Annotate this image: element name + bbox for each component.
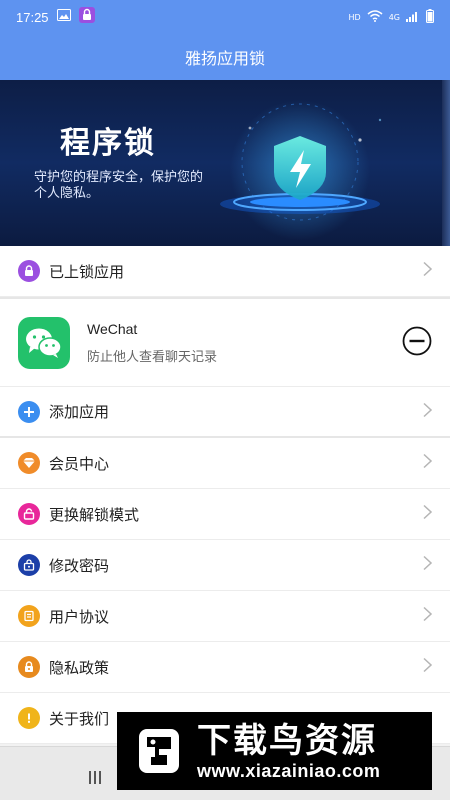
status-bar: 17:25 HD 4G bbox=[0, 0, 450, 34]
menu-item-privacy-policy[interactable]: 隐私政策 bbox=[0, 642, 450, 693]
menu-item-label: 更换解锁模式 bbox=[49, 505, 140, 524]
locked-app-item[interactable]: WeChat 防止他人查看聊天记录 bbox=[0, 297, 450, 387]
menu-item-unlock-mode[interactable]: 更换解锁模式 bbox=[0, 489, 450, 540]
shield-icon bbox=[220, 100, 382, 240]
signal-icon bbox=[406, 10, 420, 24]
menu-item-user-agreement[interactable]: 用户协议 bbox=[0, 591, 450, 642]
banner-subtitle: 守护您的程序安全，保护您的个人隐私。 bbox=[34, 170, 204, 201]
watermark: 下载鸟资源 www.xiazainiao.com bbox=[117, 712, 432, 790]
chevron-right-icon bbox=[423, 657, 433, 677]
battery-icon bbox=[426, 9, 434, 25]
banner-title: 程序锁 bbox=[60, 126, 156, 161]
bird-logo-icon bbox=[129, 721, 189, 781]
chevron-right-icon bbox=[423, 555, 433, 575]
menu-item-label: 会员中心 bbox=[49, 454, 110, 473]
menu-item-label: 关于我们 bbox=[49, 709, 110, 728]
banner-next-slide-edge bbox=[442, 80, 450, 246]
watermark-url: www.xiazainiao.com bbox=[197, 760, 381, 781]
settings-list: 已上锁应用 WeChat 防止他人查看聊天记录 添加应用 会员中心 更换解锁模式… bbox=[0, 246, 450, 744]
app-lock-notification-icon bbox=[78, 7, 95, 27]
locked-apps-row[interactable]: 已上锁应用 bbox=[0, 246, 450, 297]
menu-item-vip-center[interactable]: 会员中心 bbox=[0, 438, 450, 489]
app-name: WeChat bbox=[87, 321, 138, 337]
page-title: 雅扬应用锁 bbox=[184, 49, 265, 68]
menu-item-label: 修改密码 bbox=[49, 556, 110, 575]
password-icon bbox=[18, 554, 40, 576]
watermark-title: 下载鸟资源 bbox=[197, 720, 377, 761]
recent-apps-button[interactable] bbox=[89, 771, 101, 784]
info-icon bbox=[18, 707, 40, 729]
title-bar: 雅扬应用锁 bbox=[0, 34, 450, 80]
privacy-icon bbox=[18, 656, 40, 678]
chevron-right-icon bbox=[423, 261, 433, 281]
gallery-icon bbox=[56, 9, 71, 25]
promo-banner: 程序锁 守护您的程序安全，保护您的个人隐私。 bbox=[0, 80, 450, 246]
chevron-right-icon bbox=[423, 606, 433, 626]
add-app-row[interactable]: 添加应用 bbox=[0, 387, 450, 438]
menu-item-change-password[interactable]: 修改密码 bbox=[0, 540, 450, 591]
chevron-right-icon bbox=[423, 402, 433, 421]
status-time: 17:25 bbox=[16, 9, 49, 25]
signal-label: 4G bbox=[388, 12, 400, 22]
locked-apps-label: 已上锁应用 bbox=[49, 262, 125, 281]
agreement-icon bbox=[18, 605, 40, 627]
unlock-icon bbox=[18, 503, 40, 525]
wechat-icon bbox=[18, 316, 70, 369]
menu-item-label: 用户协议 bbox=[49, 607, 110, 626]
remove-app-button[interactable] bbox=[402, 326, 432, 360]
hd-label: HD bbox=[348, 12, 361, 22]
wifi-icon bbox=[367, 10, 383, 24]
app-description: 防止他人查看聊天记录 bbox=[87, 350, 218, 365]
chevron-right-icon bbox=[423, 504, 433, 524]
status-indicators: HD 4G bbox=[349, 9, 434, 25]
plus-icon bbox=[18, 400, 40, 423]
lock-icon bbox=[18, 260, 40, 282]
add-app-label: 添加应用 bbox=[49, 403, 110, 421]
menu-item-label: 隐私政策 bbox=[49, 658, 110, 677]
chevron-right-icon bbox=[423, 453, 433, 473]
diamond-icon bbox=[18, 452, 40, 474]
